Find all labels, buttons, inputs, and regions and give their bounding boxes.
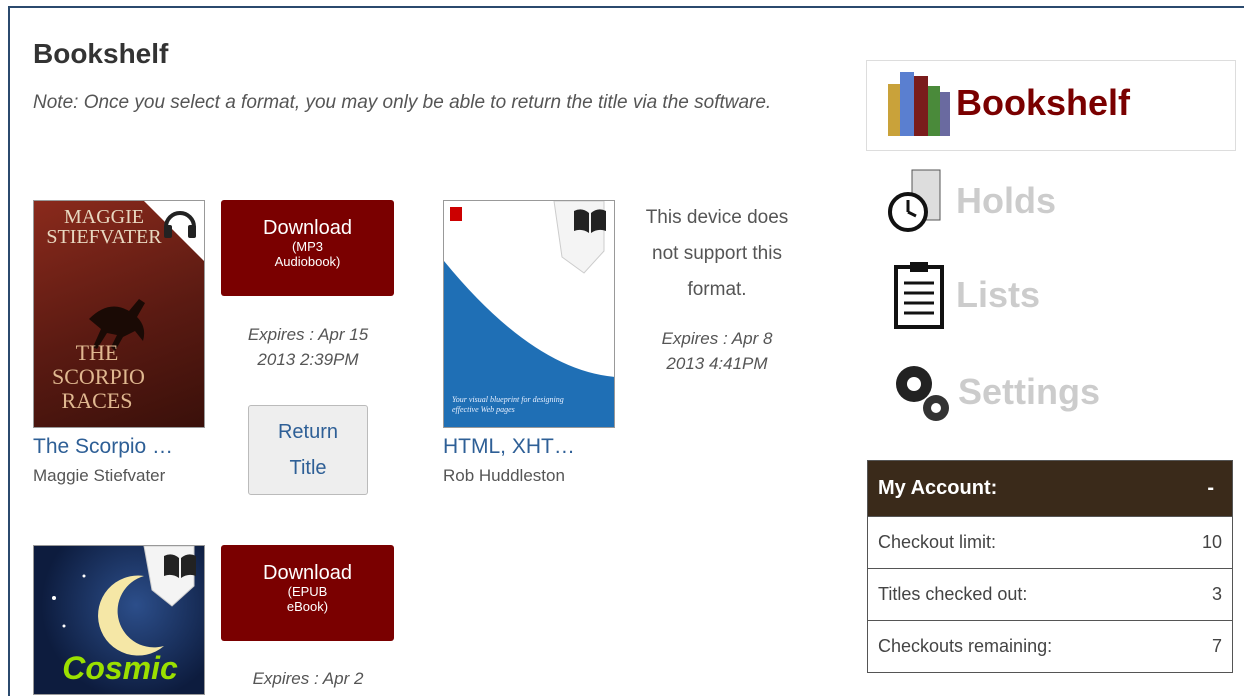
nav-settings-label: Settings [958, 371, 1101, 412]
nav-lists[interactable]: Lists [890, 259, 1040, 331]
account-row-checkout-limit: Checkout limit: 10 [868, 516, 1232, 568]
cover-title-text: THE SCORPIO RACES [52, 340, 145, 413]
gears-icon [886, 356, 958, 428]
unsupported-format-message: This device does not support this format… [645, 207, 789, 300]
download-format: (EPUB eBook) [286, 584, 329, 614]
book-title-link[interactable]: HTML, XHT… [443, 435, 575, 459]
download-format: (MP3 Audiobook) [274, 239, 341, 269]
book-author: Rob Huddleston [443, 466, 565, 485]
nav-holds[interactable]: Holds [886, 166, 1056, 236]
cover-title-text: HTML, XHTML and CSS [463, 239, 553, 296]
nav-lists-label: Lists [956, 274, 1041, 315]
expires-text: Expires : Apr 2 [252, 669, 364, 688]
row-label: Titles checked out: [878, 584, 1028, 604]
cover-tagline-text: Your visual blueprint for designing effe… [452, 395, 564, 414]
cover-title-text: Cosmic [62, 650, 178, 686]
nav-bookshelf[interactable]: Bookshelf [882, 66, 1130, 140]
expires-text: Expires : Apr 15 2013 2:39PM [247, 325, 369, 369]
nav-bookshelf-label: Bookshelf [956, 82, 1131, 123]
book-cover-scorpio-races[interactable]: MAGGIE STIEFVATER THE SCORPIO RACES [33, 200, 205, 428]
book-cover-cosmic[interactable]: Cosmic [33, 545, 205, 695]
clipboard-icon [890, 259, 956, 331]
book-author: Maggie Stiefvater [33, 466, 166, 485]
download-label: Download [263, 562, 352, 584]
row-label: Checkout limit: [878, 532, 997, 552]
format-note: Note: Once you select a format, you may … [33, 92, 772, 113]
my-account-panel: My Account: - Checkout limit: 10 Titles … [867, 460, 1233, 673]
open-book-icon [572, 207, 608, 240]
stopwatch-icon [886, 166, 956, 236]
row-value: 7 [1211, 636, 1222, 656]
cover-author-text: MAGGIE STIEFVATER [46, 206, 162, 248]
collapse-toggle[interactable]: - [1207, 477, 1214, 500]
book-cover-html-xhtml-css[interactable]: HTML, XHTML and CSS Your visual blueprin… [443, 200, 615, 428]
account-row-titles-checked-out: Titles checked out: 3 [868, 568, 1232, 620]
open-book-icon [162, 552, 198, 585]
nav-settings[interactable]: Settings [886, 356, 1100, 428]
account-row-checkouts-remaining: Checkouts remaining: 7 [868, 620, 1232, 672]
row-label: Checkouts remaining: [878, 636, 1053, 656]
row-value: 3 [1211, 584, 1222, 604]
expires-text: Expires : Apr 8 2013 4:41PM [661, 329, 773, 373]
my-account-title: My Account: [878, 477, 998, 499]
nav-holds-label: Holds [956, 180, 1057, 221]
download-epub-button[interactable]: Download (EPUB eBook) [221, 545, 394, 641]
book-title-link[interactable]: The Scorpio … [33, 435, 173, 459]
return-title-button[interactable]: Return Title [248, 405, 368, 495]
page-title: Bookshelf [33, 38, 169, 69]
download-mp3-button[interactable]: Download (MP3 Audiobook) [221, 200, 394, 296]
row-value: 10 [1201, 532, 1222, 552]
download-label: Download [263, 217, 352, 239]
bookshelf-icon [882, 66, 956, 140]
headphones-icon [162, 207, 198, 244]
my-account-header[interactable]: My Account: - [868, 461, 1232, 516]
